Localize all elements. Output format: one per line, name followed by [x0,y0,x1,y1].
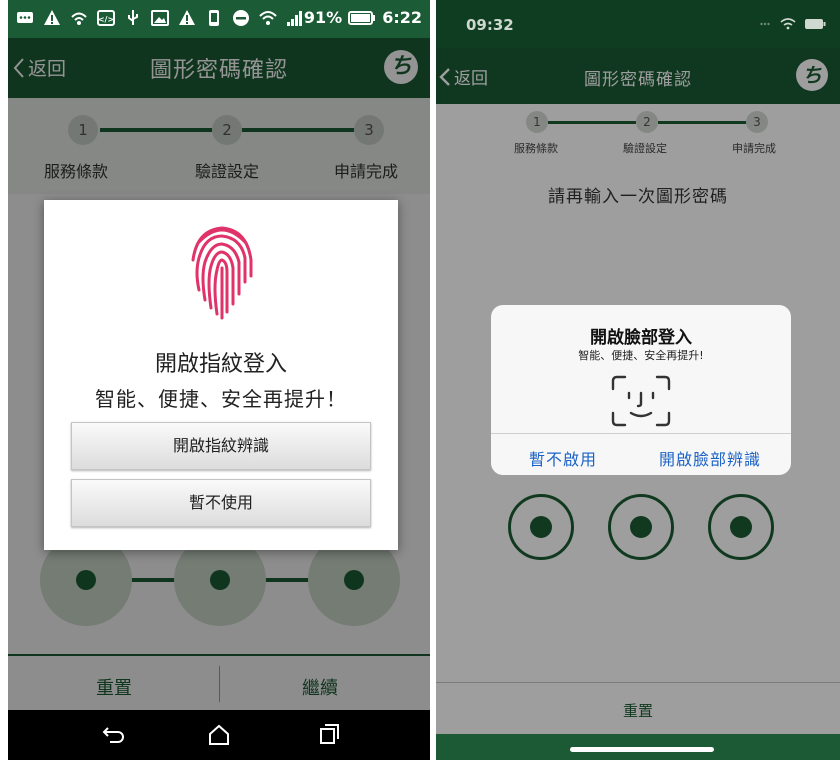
ios-screen: 09:32 返回 圖形密碼確認 ち 1 2 3 服務條款 驗證設定 申請完成 請… [436,0,840,760]
code-icon: </> [97,10,115,26]
signal-dots-icon [760,22,770,26]
dialog-divider [491,433,791,434]
home-indicator-area [436,734,840,760]
wifi-icon [259,11,277,25]
not-now-button[interactable]: 暫不啟用 [529,446,597,470]
dialog-subtitle: 智能、便捷、安全再提升! [578,349,704,362]
home-indicator[interactable] [570,747,714,752]
android-navigation-bar [8,710,430,760]
notification-icons: </> [16,9,304,27]
status-time: 09:32 [466,16,514,34]
status-bar: 09:32 [436,0,840,48]
fingerprint-icon [191,226,253,320]
warning-icon-2 [179,10,195,25]
enable-fingerprint-button[interactable]: 開啟指紋辨識 [71,422,371,470]
face-id-dialog: 開啟臉部登入 智能、便捷、安全再提升! 暫不啟用 開啟臉部辨識 [491,305,791,475]
fingerprint-dialog: 開啟指紋登入 智能、便捷、安全再提升！ 開啟指紋辨識 暫不使用 [44,200,398,550]
signal-icon [287,11,302,26]
battery-icon [348,10,376,25]
battery-icon [805,19,826,29]
dialog-subtitle: 智能、便捷、安全再提升！ [95,387,347,411]
do-not-disturb-icon [233,10,249,26]
message-icon [17,12,33,23]
battery-percent: 91% [303,8,343,27]
svg-text:</>: </> [98,15,114,24]
status-icons [760,18,826,30]
face-id-icon [611,375,671,427]
android-back-icon[interactable] [102,724,126,746]
dialog-title: 開啟臉部登入 [590,328,692,348]
status-bar: </> 91% 6:22 [8,0,430,38]
warning-icon [44,10,60,25]
enable-face-id-button[interactable]: 開啟臉部辨識 [659,446,761,470]
wifi-hotspot-icon [71,12,87,25]
android-recents-icon[interactable] [318,723,340,745]
wifi-icon [780,18,796,30]
vibrate-icon [209,10,219,26]
usb-icon [128,10,138,25]
android-home-icon[interactable] [208,724,230,746]
image-icon [151,10,169,26]
android-screen: </> 91% 6:22 返回 圖形密碼確認 ち 1 2 3 服務條款 驗證設定 [8,0,430,760]
not-now-button[interactable]: 暫不使用 [71,479,371,527]
dialog-title: 開啟指紋登入 [154,352,287,377]
status-time: 6:22 [382,8,422,27]
